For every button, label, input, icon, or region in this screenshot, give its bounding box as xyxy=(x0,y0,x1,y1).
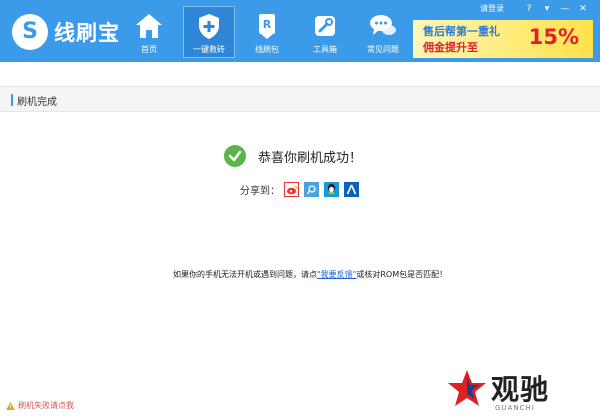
chat-bubbles-icon xyxy=(367,11,399,41)
qq-icon[interactable] xyxy=(324,182,339,197)
share-label: 分享到： xyxy=(240,186,280,197)
watermark-text: 观驰 xyxy=(491,373,550,406)
minimize-button[interactable]: — xyxy=(556,4,574,14)
home-icon xyxy=(133,11,165,41)
nav-rescue[interactable]: 一键救砖 xyxy=(183,6,235,58)
app-header: S 线刷宝 首页 一键救砖 R 线刷包 工具箱 常见问题 请登录 ? ▾ — ✕… xyxy=(0,0,600,62)
renren-icon[interactable] xyxy=(344,182,359,197)
checkmark-icon xyxy=(224,145,246,167)
watermark: 观驰 GUANCHI xyxy=(447,368,550,412)
flash-failed-link[interactable]: 刷机失败请点我 xyxy=(6,400,74,411)
share-row: 分享到： xyxy=(240,182,364,197)
app-logo: S 线刷宝 xyxy=(12,14,120,50)
login-link[interactable]: 请登录 xyxy=(480,3,504,14)
svg-text:R: R xyxy=(263,18,272,31)
main-nav: 首页 一键救砖 R 线刷包 工具箱 常见问题 xyxy=(123,6,415,58)
help-button[interactable]: ? xyxy=(520,4,538,14)
window-controls: 请登录 ? ▾ — ✕ xyxy=(480,3,592,14)
banner-percent: 15% xyxy=(528,25,579,49)
feedback-link[interactable]: "我要反馈" xyxy=(317,270,356,279)
section-header: 刷机完成 xyxy=(0,86,600,112)
section-title: 刷机完成 xyxy=(17,97,57,108)
rom-package-icon: R xyxy=(251,11,283,41)
banner-line2: 佣金提升至 xyxy=(423,41,478,54)
nav-faq[interactable]: 常见问题 xyxy=(357,6,409,58)
promo-banner[interactable]: 售后帮第一重礼 佣金提升至 15% xyxy=(413,20,593,58)
banner-line1: 售后帮第一重礼 xyxy=(423,25,500,38)
app-title: 线刷宝 xyxy=(54,21,120,45)
success-message: 恭喜你刷机成功！ xyxy=(224,145,362,167)
close-button[interactable]: ✕ xyxy=(574,4,592,14)
shield-plus-icon xyxy=(193,11,225,41)
tencent-weibo-icon[interactable] xyxy=(304,182,319,197)
feedback-hint: 如果你的手机无法开机或遇到问题，请点"我要反馈"或核对ROM包是否匹配！ xyxy=(173,270,448,279)
logo-icon: S xyxy=(12,14,48,50)
wrench-icon xyxy=(309,11,341,41)
star-logo-icon xyxy=(448,370,486,406)
weibo-icon[interactable] xyxy=(284,182,299,197)
watermark-sub: GUANCHI xyxy=(495,404,535,412)
nav-toolbox[interactable]: 工具箱 xyxy=(299,6,351,58)
section-marker xyxy=(11,94,13,106)
success-text: 恭喜你刷机成功！ xyxy=(258,150,363,166)
warning-icon xyxy=(6,401,15,410)
nav-home[interactable]: 首页 xyxy=(123,6,175,58)
dropdown-button[interactable]: ▾ xyxy=(538,4,556,14)
nav-rom-package[interactable]: R 线刷包 xyxy=(241,6,293,58)
